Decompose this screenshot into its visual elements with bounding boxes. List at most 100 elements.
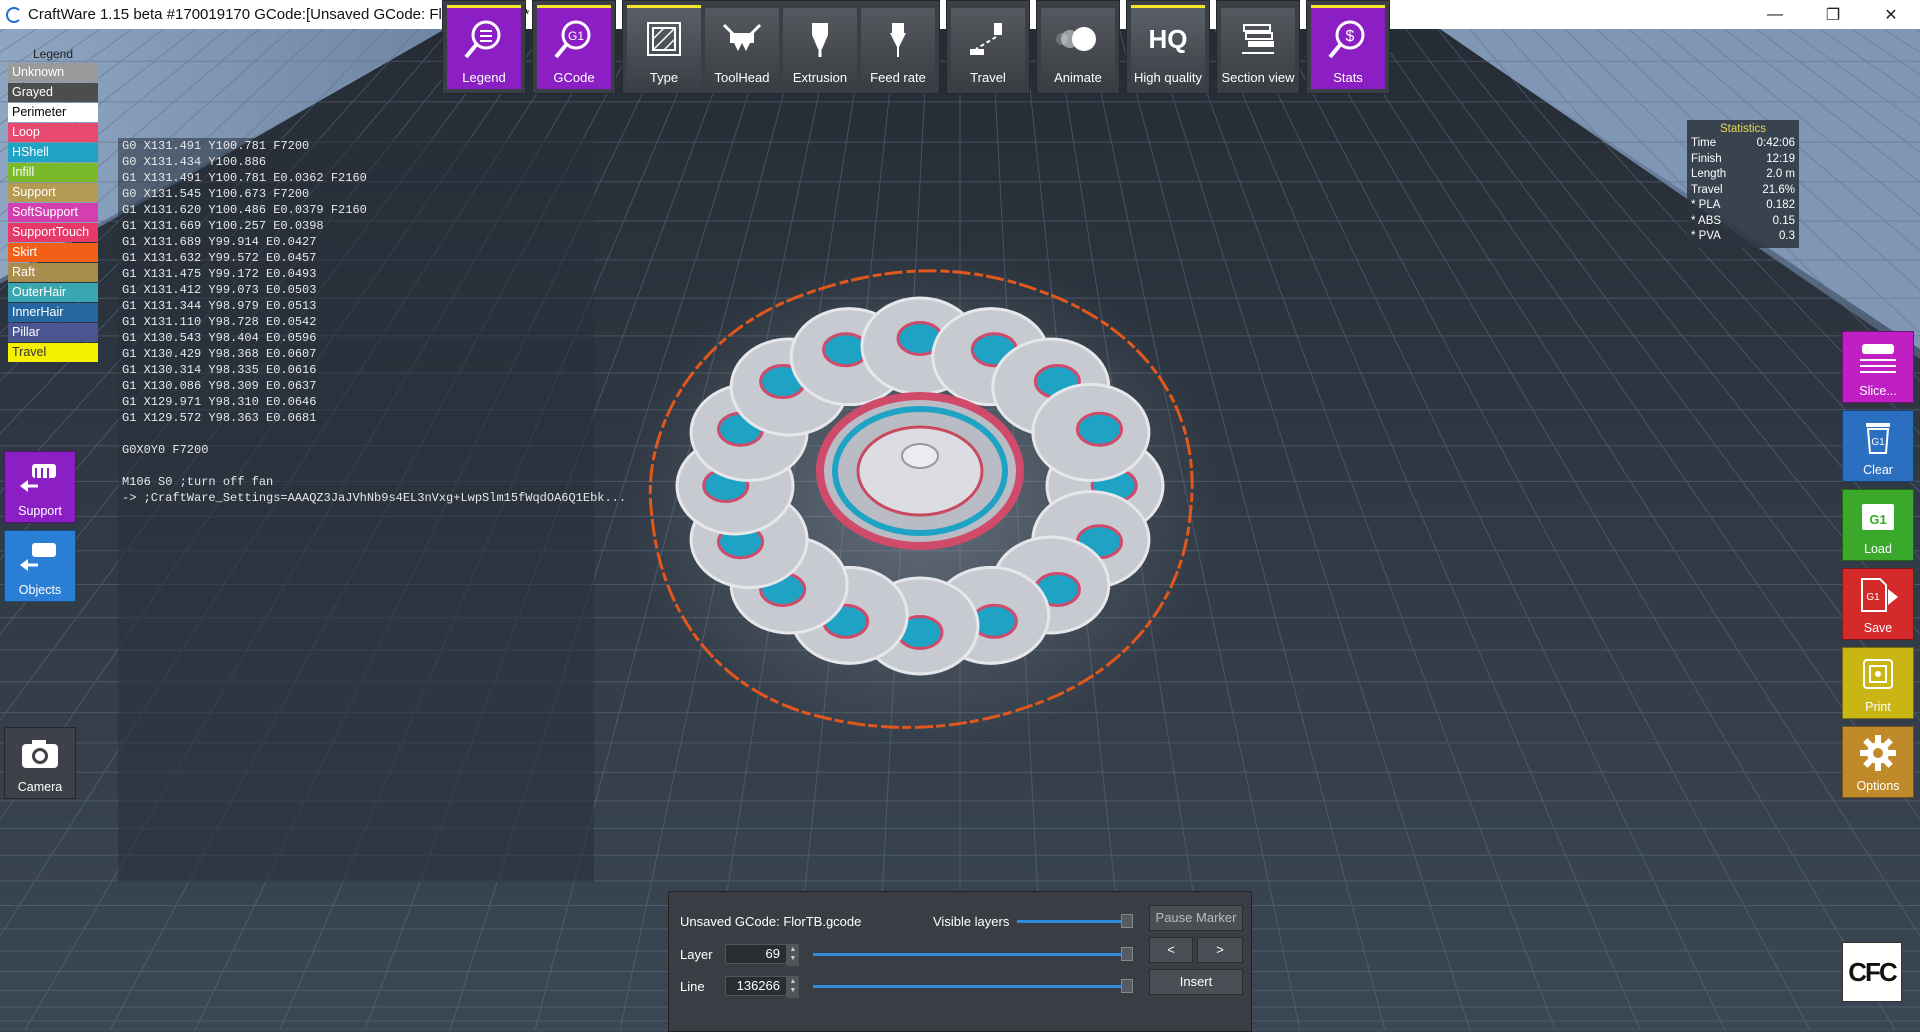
legend-item-softsupport: SoftSupport <box>8 203 98 222</box>
gcode-search-icon: G1 <box>554 20 591 59</box>
feed-rate-nozzle-icon <box>890 23 906 57</box>
save-button-label: Save <box>1863 621 1893 635</box>
support-button-label: Support <box>18 504 62 518</box>
gcode-line: G1 X131.620 Y100.486 E0.0379 F2160 <box>122 203 367 217</box>
slice-button-label: Slice... <box>1859 384 1897 398</box>
save-file-icon: G1 <box>1861 578 1898 612</box>
svg-text:$: $ <box>1346 28 1355 45</box>
legend-item-perimeter: Perimeter <box>8 103 98 122</box>
stats-dollar-search-icon: $ <box>1328 20 1365 59</box>
load-button[interactable]: G1 Load <box>1842 489 1914 561</box>
gcode-line: G1 X131.412 Y99.073 E0.0503 <box>122 283 317 297</box>
statistics-label: Finish <box>1691 152 1722 165</box>
camera-icon <box>22 740 58 768</box>
visible-layers-slider-handle[interactable] <box>1121 914 1133 928</box>
layer-slider-handle[interactable] <box>1121 947 1133 961</box>
support-icon <box>20 464 56 492</box>
cfc-logo: CFC <box>1842 942 1902 1002</box>
section-view-layers-icon <box>1242 24 1274 54</box>
hq-icon: HQ <box>1148 23 1188 54</box>
statistics-value: 12:19 <box>1766 152 1795 165</box>
type-button[interactable]: Type <box>627 5 701 89</box>
legend-item-pillar: Pillar <box>8 323 98 342</box>
line-slider-handle[interactable] <box>1121 979 1133 993</box>
statistics-label: * PLA <box>1691 199 1721 211</box>
layer-input[interactable]: 69 <box>725 944 787 964</box>
statistics-label: Length <box>1691 168 1727 180</box>
restore-button[interactable]: ❐ <box>1804 0 1862 29</box>
legend-item-grayed: Grayed <box>8 83 98 102</box>
slice-button[interactable]: Slice... <box>1842 331 1914 403</box>
statistics-value: 21.6% <box>1762 183 1795 196</box>
visible-layers-label: Visible layers <box>933 914 1010 929</box>
legend-panel: Legend Unknown Grayed Perimeter Loop HShell I… <box>8 47 98 363</box>
statistics-value: 0.182 <box>1766 199 1795 211</box>
high-quality-button[interactable]: HQ High quality <box>1131 5 1205 89</box>
statistics-row: Travel 21.6% <box>1691 183 1795 199</box>
stats-button[interactable]: $ Stats <box>1311 5 1385 89</box>
print-button[interactable]: Print <box>1842 647 1914 719</box>
extrusion-button-label: Extrusion <box>792 70 848 85</box>
clear-button[interactable]: G1 Clear <box>1842 410 1914 482</box>
objects-button[interactable]: Objects <box>4 530 76 602</box>
pause-marker-button[interactable]: Pause Marker <box>1149 905 1243 931</box>
objects-button-label: Objects <box>18 583 62 597</box>
legend-button[interactable]: Legend <box>447 5 521 89</box>
load-g1-badge: G1 <box>1869 512 1886 527</box>
previous-button[interactable]: < <box>1149 937 1193 963</box>
layer-stepper[interactable]: ▲ ▼ <box>787 944 799 966</box>
file-name-label: Unsaved GCode: FlorTB.gcode <box>680 914 862 929</box>
line-input[interactable]: 136266 <box>725 976 787 996</box>
legend-item-support: Support <box>8 183 98 202</box>
camera-button[interactable]: Camera <box>4 727 76 799</box>
gcode-button[interactable]: G1 GCode <box>537 5 611 89</box>
statistics-title: Statistics <box>1719 123 1766 135</box>
insert-button[interactable]: Insert <box>1149 969 1243 995</box>
gcode-line: G1 X130.429 Y98.368 E0.0607 <box>122 347 317 361</box>
app-logo-icon <box>6 6 22 23</box>
gcode-line <box>118 458 594 474</box>
section-view-button-label: Section view <box>1221 70 1295 85</box>
line-stepper[interactable]: ▲ ▼ <box>787 976 799 998</box>
minimize-button[interactable]: — <box>1746 0 1804 29</box>
gcode-line: G1 X131.475 Y99.172 E0.0493 <box>122 267 317 281</box>
animate-button-label: Animate <box>1054 70 1102 85</box>
gcode-line: G0X0Y0 F7200 <box>122 443 209 457</box>
statistics-value: 0.15 <box>1772 214 1795 227</box>
line-label: Line <box>680 979 705 994</box>
legend-item-travel: Travel <box>8 343 98 362</box>
slice-layers-icon <box>1860 344 1896 373</box>
statistics-label: Travel <box>1691 183 1723 196</box>
clear-g1-badge: G1 <box>1871 437 1885 448</box>
support-button[interactable]: Support <box>4 451 76 523</box>
stats-button-label: Stats <box>1333 70 1363 85</box>
visible-layers-slider[interactable] <box>1017 920 1127 923</box>
line-slider[interactable] <box>813 985 1127 988</box>
legend-button-label: Legend <box>462 70 506 85</box>
layer-slider[interactable] <box>813 953 1127 956</box>
gcode-line: G0 X131.434 Y100.886 <box>122 155 267 169</box>
gcode-line: G1 X131.110 Y98.728 E0.0542 <box>122 315 317 329</box>
options-button[interactable]: Options <box>1842 726 1914 798</box>
toolhead-button[interactable]: ToolHead <box>705 5 779 89</box>
animate-button[interactable]: Animate <box>1041 5 1115 89</box>
next-button[interactable]: > <box>1197 937 1243 963</box>
gcode-line: G0 X131.491 Y100.781 F7200 <box>122 139 310 153</box>
legend-item-supporttouch: SupportTouch <box>8 223 98 242</box>
travel-button-label: Travel <box>970 70 1006 85</box>
gcode-line: M106 S0 ;turn off fan <box>122 475 274 489</box>
gcode-panel[interactable]: G0 X131.491 Y100.781 F7200 G0 X131.434 Y1… <box>118 138 626 882</box>
extrusion-button[interactable]: Extrusion <box>783 5 857 89</box>
gear-icon <box>1860 735 1896 771</box>
legend-title: Legend <box>32 47 74 61</box>
travel-button[interactable]: Travel <box>951 5 1025 89</box>
gcode-line: G1 X130.314 Y98.335 E0.0616 <box>122 363 317 377</box>
toolhead-icon <box>722 23 762 51</box>
printed-object <box>620 246 1220 746</box>
close-button[interactable]: ✕ <box>1862 0 1920 29</box>
type-button-label: Type <box>649 70 679 85</box>
section-view-button[interactable]: Section view <box>1221 5 1295 89</box>
feed-rate-button[interactable]: Feed rate <box>861 5 935 89</box>
save-button[interactable]: G1 Save <box>1842 568 1914 640</box>
legend-search-icon <box>464 20 501 59</box>
